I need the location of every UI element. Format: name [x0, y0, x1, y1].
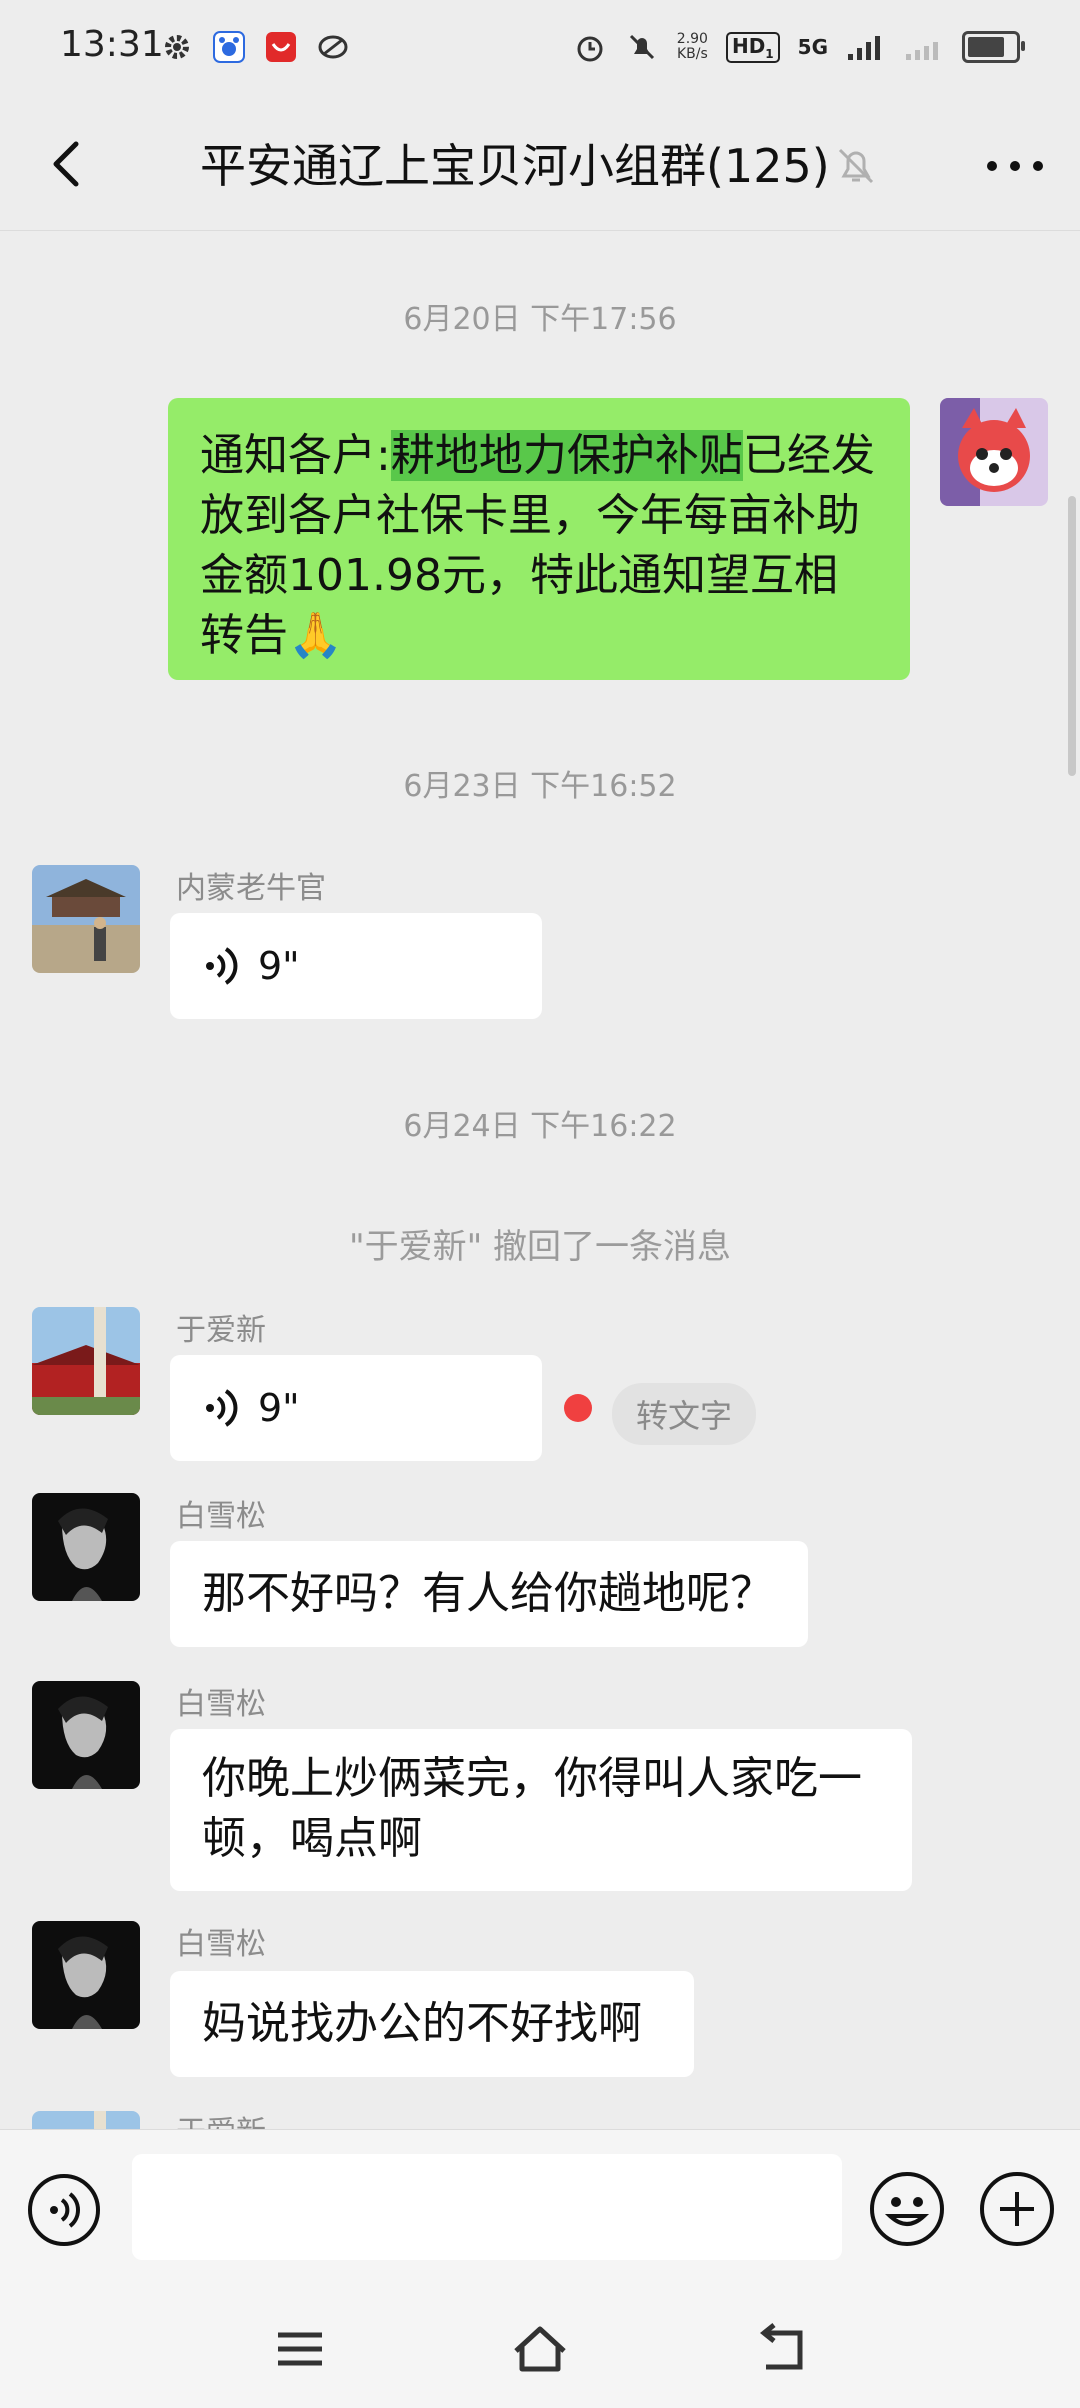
voice-duration: 9"	[258, 1386, 300, 1430]
text-message-bubble[interactable]: 你晚上炒俩菜完，你得叫人家吃一顿，喝点啊	[170, 1729, 912, 1891]
emoji-icon[interactable]	[868, 2170, 946, 2248]
hd-label: HD	[731, 33, 766, 58]
timestamp: 6月23日 下午16:52	[403, 769, 677, 804]
plus-icon[interactable]	[978, 2170, 1056, 2248]
highlighted-text: 耕地地力保护补贴	[390, 430, 743, 481]
baidu-app-icon	[213, 31, 245, 63]
palace-photo-avatar	[32, 865, 140, 973]
voice-message-bubble[interactable]: 9"	[170, 913, 542, 1019]
voice-input-icon[interactable]	[26, 2172, 102, 2248]
voice-duration: 9"	[258, 944, 300, 988]
portrait-avatar	[32, 1681, 140, 1789]
scrollbar[interactable]	[1068, 496, 1076, 776]
message-text: 妈说找办公的不好找啊	[202, 1998, 642, 2049]
chat-message-list[interactable]: 6月20日 下午17:56 通知各户:耕地地力保护补贴已经发放到各户社保卡里，今…	[0, 231, 1080, 2129]
hd-badge: HD1	[725, 31, 780, 63]
sender-avatar[interactable]	[32, 1921, 140, 2029]
signal-5g: 5G	[798, 35, 828, 59]
timestamp: 6月20日 下午17:56	[403, 302, 677, 337]
signal-bars-icon	[848, 36, 880, 60]
signal-bars-2-icon	[906, 42, 938, 60]
sender-avatar[interactable]	[32, 2111, 140, 2129]
message-text: 你晚上炒俩菜完，你得叫人家吃一顿，喝点啊	[202, 1753, 862, 1864]
recall-notice: "于爱新" 撤回了一条消息	[348, 1227, 732, 1267]
chat-header: 平安通辽上宝贝河小组群(125)	[0, 100, 1080, 231]
portrait-avatar	[32, 1921, 140, 2029]
voice-wave-icon	[206, 1389, 238, 1427]
gate-photo-avatar	[32, 1307, 140, 1415]
status-right-icons: 2.90 KB/s HD1 5G	[573, 30, 1025, 64]
sender-name: 白雪松	[176, 1499, 266, 1534]
chat-title: 平安通辽上宝贝河小组群(125)	[200, 139, 830, 193]
alarm-clock-icon	[577, 36, 603, 62]
red-app-icon	[266, 32, 296, 62]
back-nav-icon[interactable]	[750, 2319, 810, 2379]
portrait-avatar	[32, 1493, 140, 1601]
sender-avatar[interactable]	[32, 1307, 140, 1415]
signal-label: 5G	[797, 35, 828, 59]
hd-sub: 1	[765, 46, 774, 61]
more-dots-icon[interactable]	[980, 142, 1050, 190]
status-bar: 13:31 2.90 KB/s HD1 5G	[0, 0, 1080, 100]
unread-dot	[564, 1394, 592, 1422]
settings-gear-icon	[165, 35, 189, 59]
sender-name: 于爱新	[176, 2107, 266, 2129]
sender-name: 白雪松	[176, 1687, 266, 1722]
home-icon[interactable]	[510, 2319, 570, 2379]
sender-avatar[interactable]	[32, 1493, 140, 1601]
convert-to-text-button[interactable]: 转文字	[612, 1383, 757, 1445]
sender-name: 白雪松	[176, 1927, 266, 1962]
muted-bell-icon	[838, 148, 874, 184]
net-speed-unit: KB/s	[676, 46, 708, 62]
menu-icon[interactable]	[270, 2319, 330, 2379]
battery-icon	[962, 31, 1025, 63]
status-time: 13:31	[60, 24, 164, 65]
sender-avatar[interactable]	[32, 1681, 140, 1789]
status-notification-icons	[160, 30, 350, 64]
timestamp: 6月24日 下午16:22	[403, 1109, 677, 1144]
message-text-input[interactable]	[132, 2154, 842, 2260]
sender-avatar[interactable]	[32, 865, 140, 973]
voice-wave-icon	[206, 947, 238, 985]
fox-avatar-image	[940, 398, 1048, 506]
own-avatar[interactable]	[940, 398, 1048, 506]
network-speed: 2.90 KB/s	[677, 32, 708, 62]
message-text: 那不好吗？有人给你趟地呢？	[202, 1568, 774, 1619]
sender-name: 于爱新	[176, 1313, 266, 1348]
text-message-bubble[interactable]: 妈说找办公的不好找啊	[170, 1971, 694, 2077]
mute-bell-status-icon	[629, 34, 654, 60]
message-text-prefix: 通知各户:	[200, 430, 391, 481]
system-navigation-bar	[0, 2287, 1080, 2408]
voice-message-bubble[interactable]: 9"	[170, 1355, 542, 1461]
gate-photo-avatar	[32, 2111, 140, 2129]
message-input-bar	[0, 2129, 1080, 2288]
text-message-bubble[interactable]: 那不好吗？有人给你趟地呢？	[170, 1541, 808, 1647]
link-app-icon	[318, 35, 348, 59]
net-speed-value: 2.90	[676, 31, 708, 47]
own-message-bubble[interactable]: 通知各户:耕地地力保护补贴已经发放到各户社保卡里，今年每亩补助金额101.98元…	[168, 398, 910, 680]
battery-fill	[968, 37, 1004, 57]
sender-name: 内蒙老牛官	[176, 871, 326, 906]
back-arrow-icon[interactable]	[38, 134, 98, 194]
